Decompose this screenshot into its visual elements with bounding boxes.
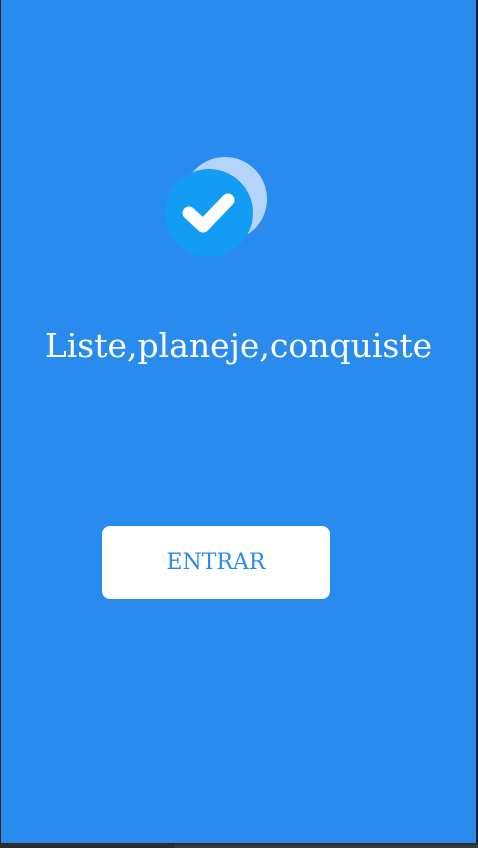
screen: Liste,planeje,conquiste ENTRAR	[0, 0, 478, 848]
logo	[165, 155, 269, 259]
tagline: Liste,planeje,conquiste	[44, 326, 433, 365]
welcome-screen: Liste,planeje,conquiste ENTRAR	[1, 0, 476, 843]
enter-button[interactable]: ENTRAR	[102, 526, 330, 599]
check-circle-icon	[165, 157, 267, 257]
